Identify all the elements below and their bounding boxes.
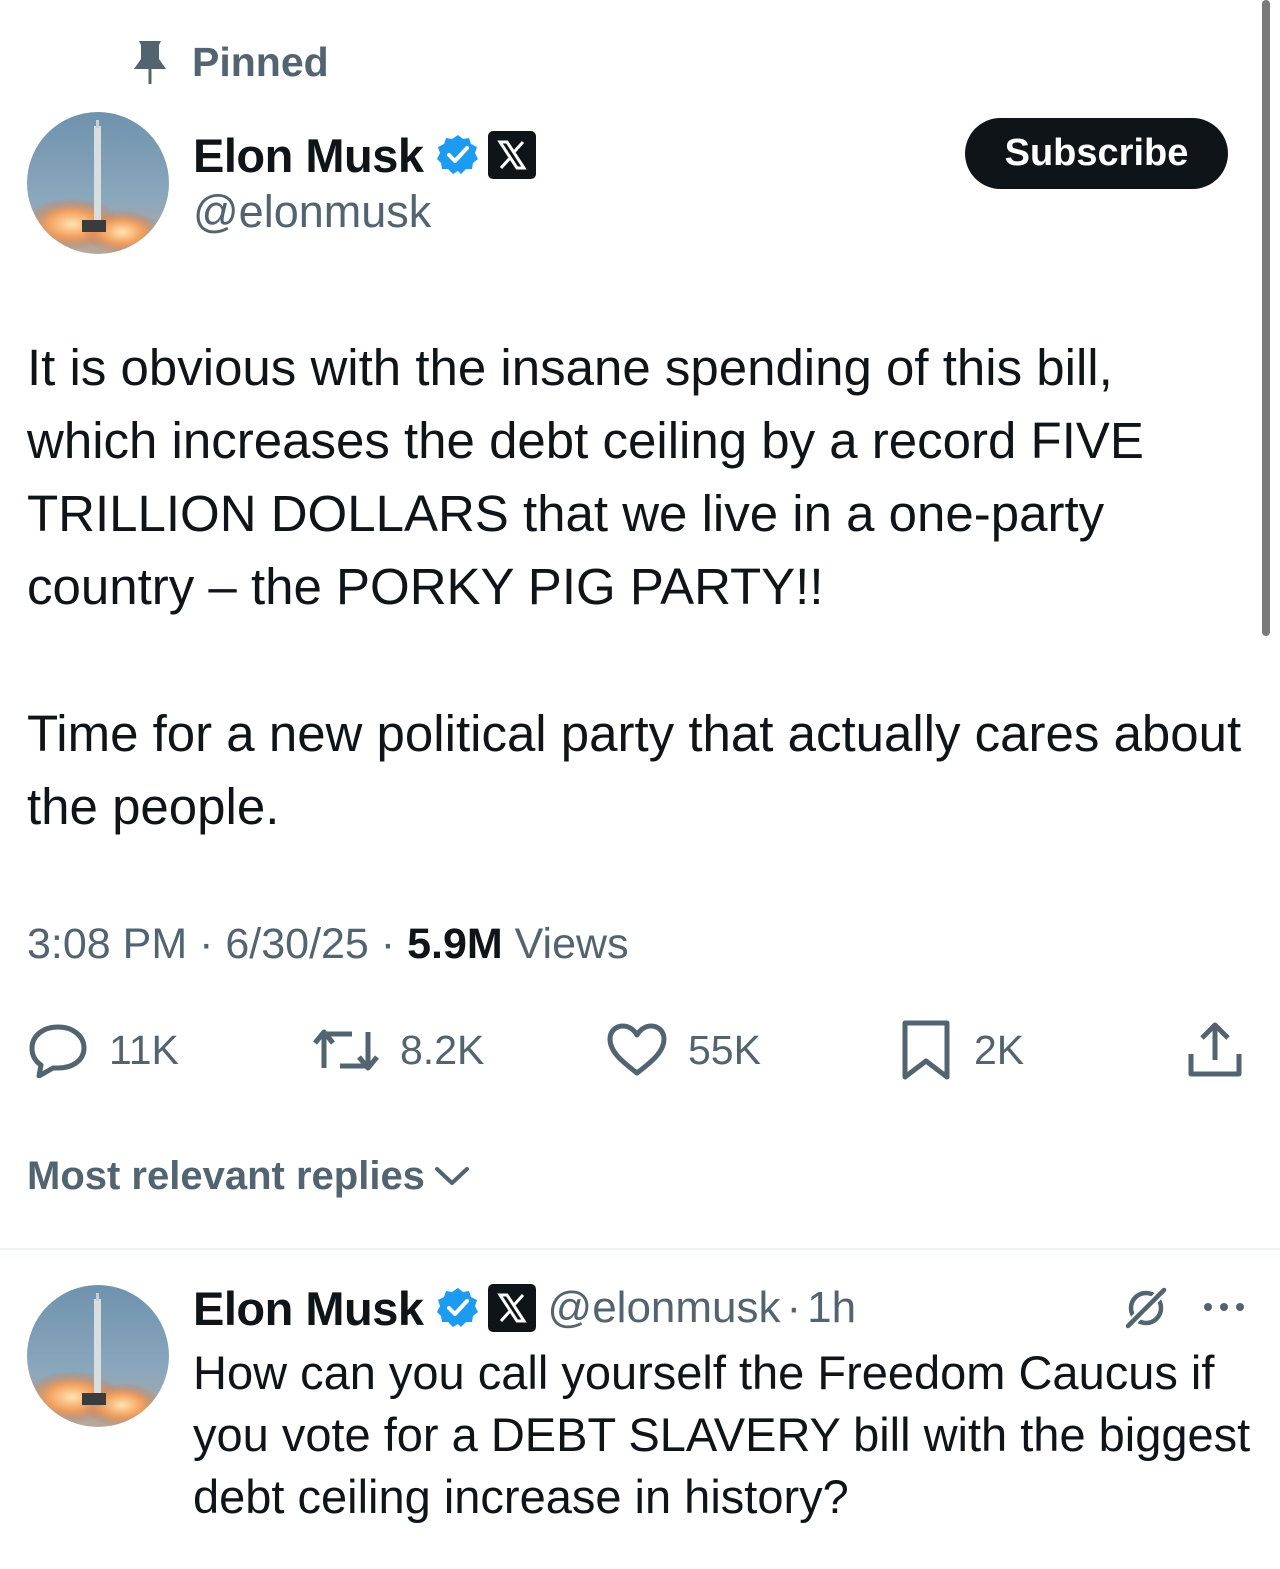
bookmark-count: 2K	[974, 1026, 1025, 1073]
views-count: 5.9M	[407, 920, 503, 968]
share-button[interactable]	[1186, 1018, 1244, 1082]
avatar[interactable]	[27, 112, 169, 254]
reply-author-handle[interactable]: @elonmusk	[548, 1283, 781, 1333]
chevron-down-icon	[433, 1163, 471, 1189]
subscribe-button[interactable]: Subscribe	[965, 118, 1228, 189]
meta-separator: ·	[199, 920, 214, 968]
share-icon	[1188, 1022, 1242, 1077]
more-options-icon[interactable]	[1200, 1292, 1248, 1322]
tweet-meta: 3:08 PM · 6/30/25 · 5.9M Views	[27, 920, 629, 969]
meta-separator: ·	[380, 920, 396, 968]
replies-sort-label: Most relevant replies	[27, 1153, 425, 1198]
grok-icon[interactable]	[1122, 1284, 1170, 1332]
tweet-text-paragraph: Time for a new political party that actu…	[27, 705, 1242, 835]
reply-avatar[interactable]	[27, 1285, 169, 1427]
bookmark-icon	[902, 1020, 950, 1080]
reply-icon	[29, 1024, 87, 1078]
x-logo-icon[interactable]	[487, 131, 536, 179]
like-count: 55K	[688, 1026, 761, 1073]
replies-sort-dropdown[interactable]: Most relevant replies	[27, 1150, 471, 1202]
tweet-time[interactable]: 3:08 PM	[27, 920, 187, 968]
reply-separator: ·	[786, 1283, 802, 1332]
author-info: Elon Musk	[193, 126, 536, 184]
verified-badge-icon[interactable]	[436, 1286, 480, 1330]
x-logo-icon[interactable]	[487, 1284, 536, 1332]
reply-count: 11K	[109, 1026, 179, 1073]
tweet-date[interactable]: 6/30/25	[225, 920, 368, 968]
retweet-count: 8.2K	[400, 1026, 485, 1073]
reply-time[interactable]: 1h	[807, 1283, 856, 1333]
like-button[interactable]: 55K	[606, 1018, 761, 1082]
reply-author-name[interactable]: Elon Musk	[193, 1281, 424, 1336]
tweet-text-paragraph: It is obvious with the insane spending o…	[27, 339, 1144, 615]
pin-icon	[132, 38, 168, 86]
retweet-icon	[313, 1029, 379, 1071]
author-handle[interactable]: @elonmusk	[193, 186, 431, 238]
verified-badge-icon[interactable]	[436, 133, 480, 177]
views-label: Views	[514, 920, 629, 968]
divider	[0, 1248, 1280, 1250]
heart-icon	[607, 1023, 667, 1076]
reply-button[interactable]: 11K	[27, 1018, 179, 1082]
reply-header: Elon Musk @elonmusk · 1h	[193, 1279, 856, 1337]
reply-text: How can you call yourself the Freedom Ca…	[193, 1346, 1251, 1523]
pinned-label: Pinned	[192, 38, 329, 85]
scrollbar[interactable]	[1262, 0, 1270, 636]
bookmark-button[interactable]: 2K	[898, 1018, 1024, 1082]
author-name[interactable]: Elon Musk	[193, 128, 424, 183]
pinned-indicator: Pinned	[132, 38, 329, 86]
retweet-button[interactable]: 8.2K	[312, 1018, 484, 1082]
